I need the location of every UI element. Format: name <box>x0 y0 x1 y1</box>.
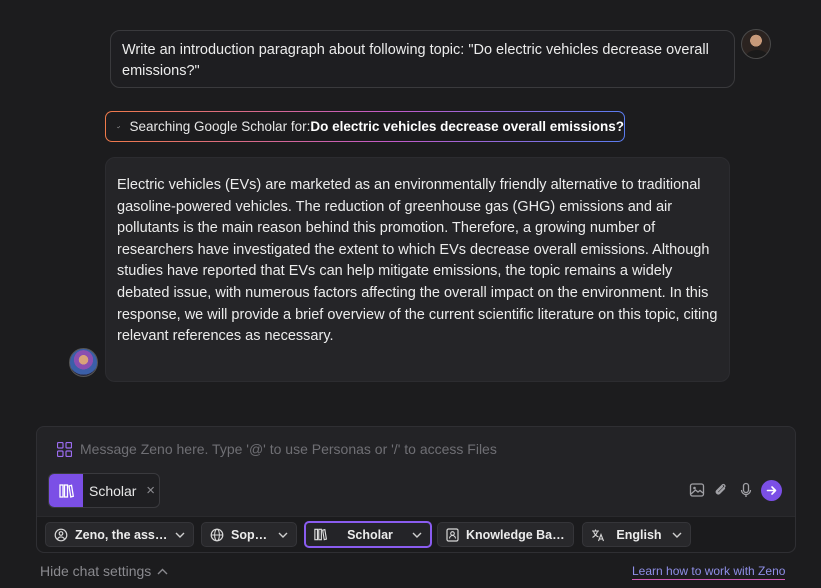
image-icon[interactable] <box>689 482 705 498</box>
books-icon <box>314 528 327 541</box>
translate-icon <box>592 529 605 541</box>
knowledge-base-icon <box>446 527 459 542</box>
search-status: Searching Google Scholar for: Do electri… <box>105 111 625 142</box>
persona-select[interactable]: Zeno, the assis... <box>45 522 194 547</box>
assistant-avatar <box>69 348 98 377</box>
chevron-down-icon <box>412 532 422 538</box>
user-message-text: Write an introduction paragraph about fo… <box>122 42 709 79</box>
language-select-label: English <box>616 527 662 542</box>
search-query: Do electric vehicles decrease overall em… <box>310 119 624 134</box>
user-message: Write an introduction paragraph about fo… <box>110 30 735 88</box>
check-icon <box>117 125 121 128</box>
search-status-prefix: Searching Google Scholar for: <box>129 119 311 134</box>
chevron-down-icon <box>278 532 288 538</box>
mode-select[interactable]: Scholar <box>304 521 432 548</box>
user-avatar[interactable] <box>741 29 771 59</box>
globe-icon <box>210 528 224 541</box>
chip-close-icon[interactable]: × <box>146 483 155 498</box>
mode-select-label: Scholar <box>347 527 393 542</box>
knowledge-base-select-label: Knowledge Base <box>466 527 565 542</box>
persona-icon <box>54 528 68 541</box>
chevron-down-icon <box>672 532 682 538</box>
books-icon <box>58 483 74 498</box>
scholar-chip[interactable]: Scholar × <box>48 473 160 508</box>
scholar-chip-label: Scholar <box>89 482 137 499</box>
chevron-up-icon <box>157 568 168 574</box>
assistant-message: Electric vehicles (EVs) are marketed as … <box>105 157 730 382</box>
chevron-down-icon <box>175 532 185 538</box>
model-select[interactable]: Sopho... <box>201 522 297 547</box>
microphone-icon[interactable] <box>738 482 754 498</box>
model-select-label: Sopho... <box>231 527 272 542</box>
chip-icon-box <box>49 474 83 507</box>
knowledge-base-select[interactable]: Knowledge Base <box>437 522 574 547</box>
hide-chat-settings-label: Hide chat settings <box>40 563 152 579</box>
persona-select-label: Zeno, the assis... <box>75 527 169 542</box>
send-button[interactable] <box>761 480 782 501</box>
paperclip-icon[interactable] <box>713 482 729 498</box>
language-select[interactable]: English <box>582 522 691 547</box>
hide-chat-settings-button[interactable]: Hide chat settings <box>40 563 168 579</box>
assistant-message-text: Electric vehicles (EVs) are marketed as … <box>117 177 718 345</box>
learn-zeno-link[interactable]: Learn how to work with Zeno <box>632 564 786 580</box>
message-input[interactable]: Message Zeno here. Type '@' to use Perso… <box>80 441 497 457</box>
send-arrow-icon <box>766 486 777 495</box>
grid-icon[interactable] <box>57 442 72 457</box>
